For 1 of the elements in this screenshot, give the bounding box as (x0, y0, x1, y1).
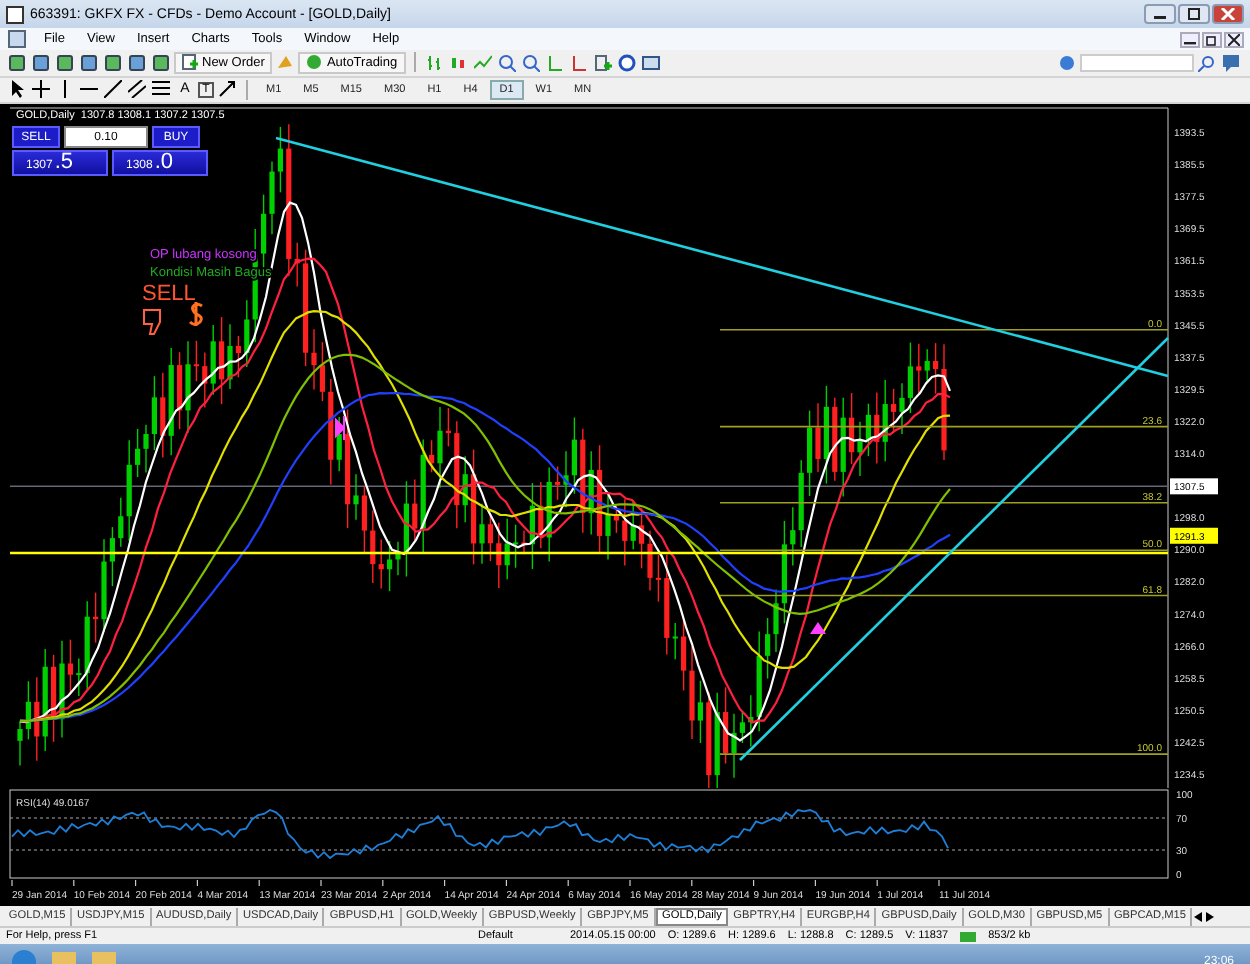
chart-note: SELL (142, 282, 196, 306)
